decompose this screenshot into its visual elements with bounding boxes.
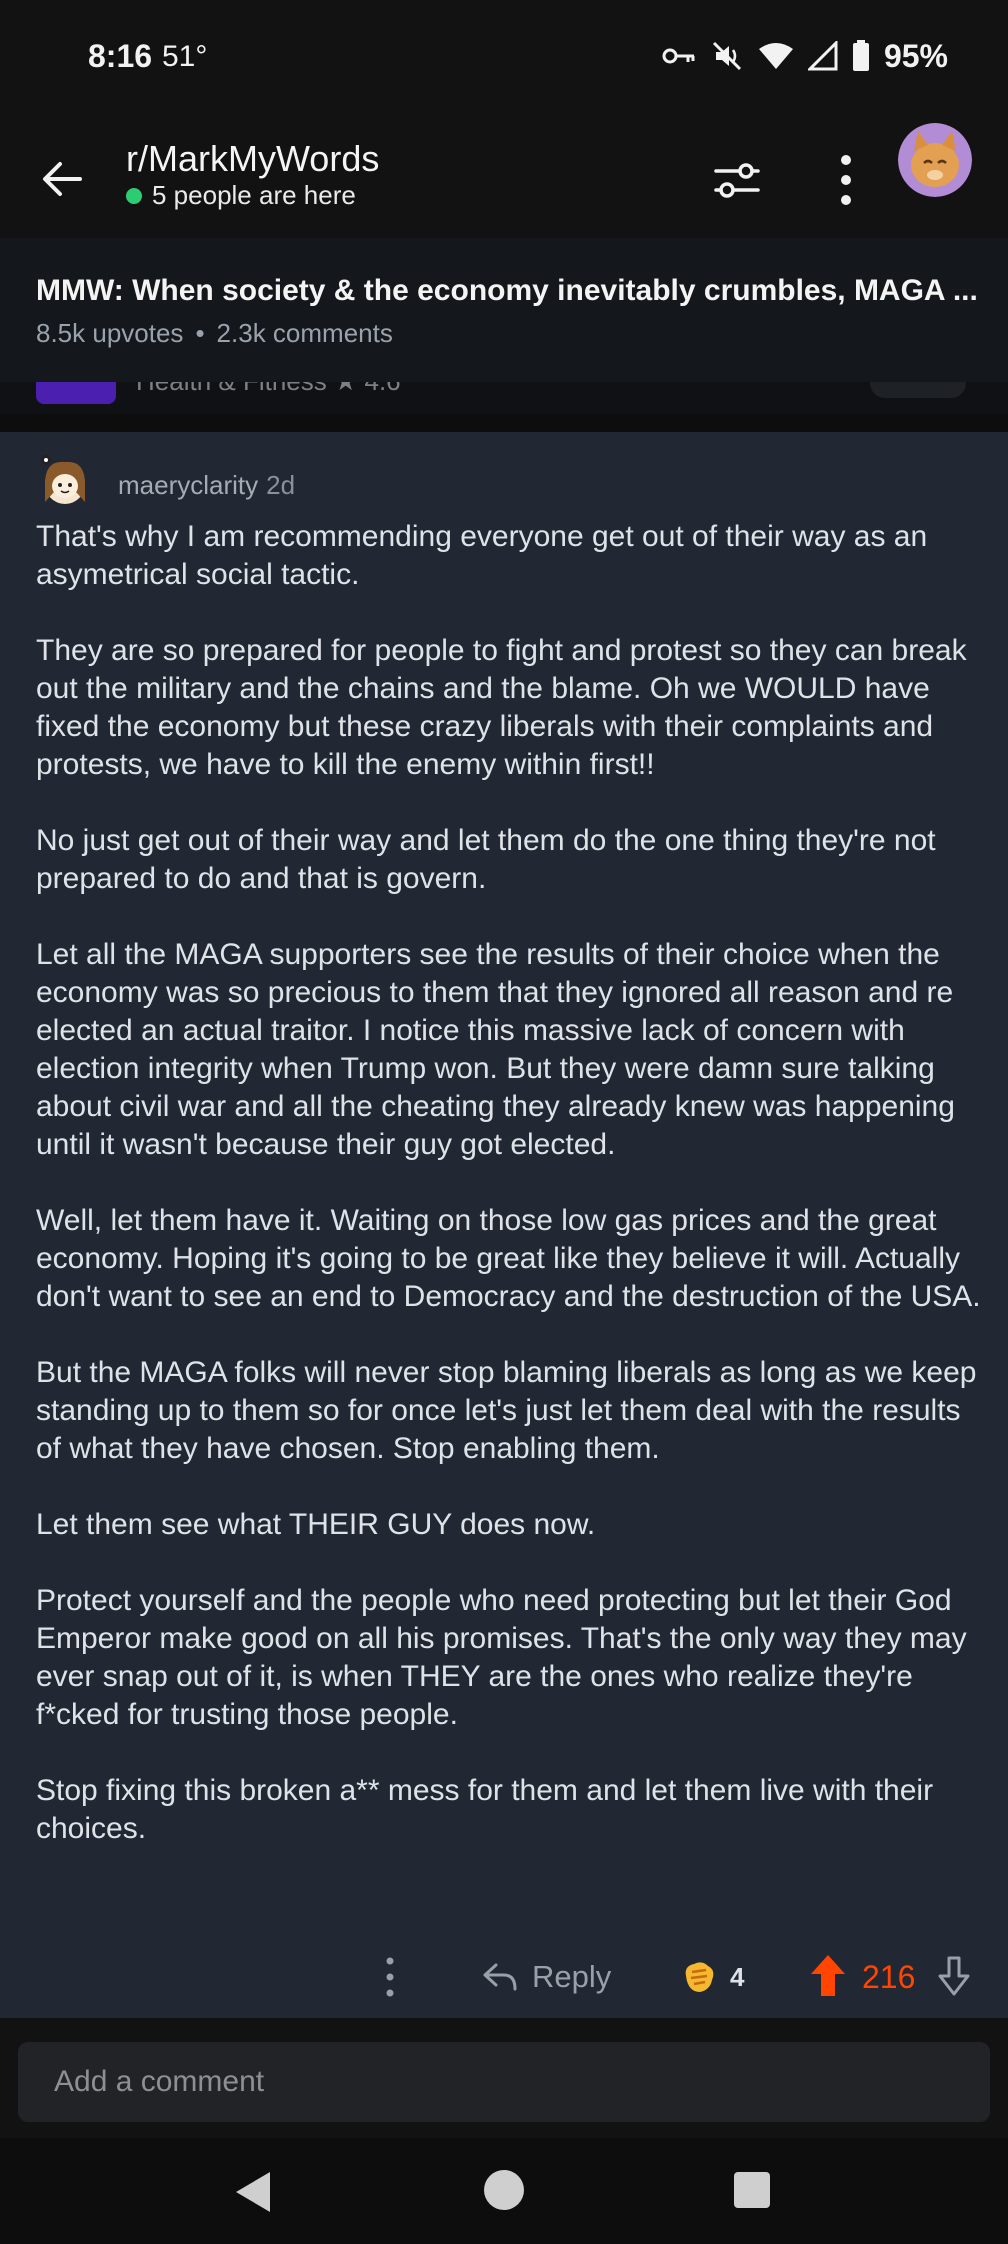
back-arrow-icon[interactable] <box>38 154 88 204</box>
status-temperature: 51° <box>162 40 208 73</box>
promo-button[interactable] <box>870 382 966 398</box>
comment-body: That's why I am recommending everyone ge… <box>36 518 982 1886</box>
signal-icon <box>807 41 838 71</box>
comment-score: 216 <box>862 1959 916 1995</box>
comment: maeryclarity 2d That's why I am recommend… <box>0 432 1008 2018</box>
comment-paragraph: No just get out of their way and let the… <box>36 824 936 895</box>
post-upvotes: 8.5k upvotes <box>36 318 184 348</box>
nav-back-icon[interactable] <box>232 2168 276 2216</box>
commenter-avatar[interactable] <box>36 452 94 510</box>
post-header[interactable]: MMW: When society & the economy inevitab… <box>0 238 1008 382</box>
meta-separator: • <box>195 318 205 348</box>
comment-actions: Reply 4 216 <box>0 1946 1008 2006</box>
online-text: 5 people are here <box>152 180 356 210</box>
comment-paragraph: Protect yourself and the people who need… <box>36 1584 967 1731</box>
promo-app-icon <box>36 382 116 404</box>
nav-home-icon[interactable] <box>484 2170 524 2210</box>
promo-text: Health & Fitness ★ 4.6 <box>136 382 401 397</box>
comment-paragraph: But the MAGA folks will never stop blami… <box>36 1356 977 1465</box>
upvote-arrow-icon[interactable] <box>808 1952 848 2000</box>
mute-icon <box>712 41 742 71</box>
add-comment-input[interactable] <box>18 2042 990 2122</box>
award-button[interactable]: 4 <box>680 1954 744 2000</box>
online-dot-icon <box>126 187 142 204</box>
post-title[interactable]: MMW: When society & the economy inevitab… <box>36 274 976 308</box>
downvote-arrow-icon[interactable] <box>934 1954 974 2000</box>
vpn-key-icon <box>662 48 695 64</box>
status-bar: 8:16 51° 95% <box>0 0 1008 116</box>
post-comment-count: 2.3k comments <box>216 318 393 348</box>
nav-recents-icon[interactable] <box>734 2172 770 2208</box>
comment-paragraph: Let all the MAGA supporters see the resu… <box>36 938 955 1161</box>
comment-paragraph: They are so prepared for people to fight… <box>36 634 967 781</box>
battery-percent: 95% <box>883 37 948 74</box>
award-icon <box>685 1962 714 1992</box>
comment-paragraph: That's why I am recommending everyone ge… <box>36 520 928 591</box>
comment-author[interactable]: maeryclarity 2d <box>118 470 295 501</box>
app-bar: r/MarkMyWords 5 people are here <box>0 116 1008 239</box>
online-count: 5 people are here <box>126 180 356 211</box>
status-time: 8:16 <box>88 38 153 74</box>
comment-more-icon[interactable] <box>380 1954 400 2000</box>
post-meta: 8.5k upvotes • 2.3k comments <box>36 318 393 349</box>
comment-age: 2d <box>266 470 296 500</box>
comment-composer <box>0 2018 1008 2138</box>
comment-username[interactable]: maeryclarity <box>118 470 258 500</box>
comment-paragraph: Let them see what THEIR GUY does now. <box>36 1508 596 1541</box>
filter-icon[interactable] <box>712 156 762 206</box>
system-nav-bar <box>0 2138 1008 2244</box>
more-vertical-icon[interactable] <box>836 152 856 208</box>
status-icons: 95% <box>662 36 948 76</box>
reply-label: Reply <box>532 1959 612 1994</box>
reply-icon <box>483 1963 517 1991</box>
comment-paragraph: Stop fixing this broken a** mess for the… <box>36 1774 934 1845</box>
subreddit-name[interactable]: r/MarkMyWords <box>126 138 379 180</box>
award-count: 4 <box>730 1961 745 1992</box>
reply-button[interactable]: Reply <box>482 1954 611 2000</box>
partial-promo-card: Health & Fitness ★ 4.6 <box>0 382 1008 414</box>
wifi-icon <box>758 43 793 69</box>
comment-paragraph: Well, let them have it. Waiting on those… <box>36 1204 981 1313</box>
user-avatar[interactable] <box>898 123 972 197</box>
battery-icon <box>852 40 869 71</box>
